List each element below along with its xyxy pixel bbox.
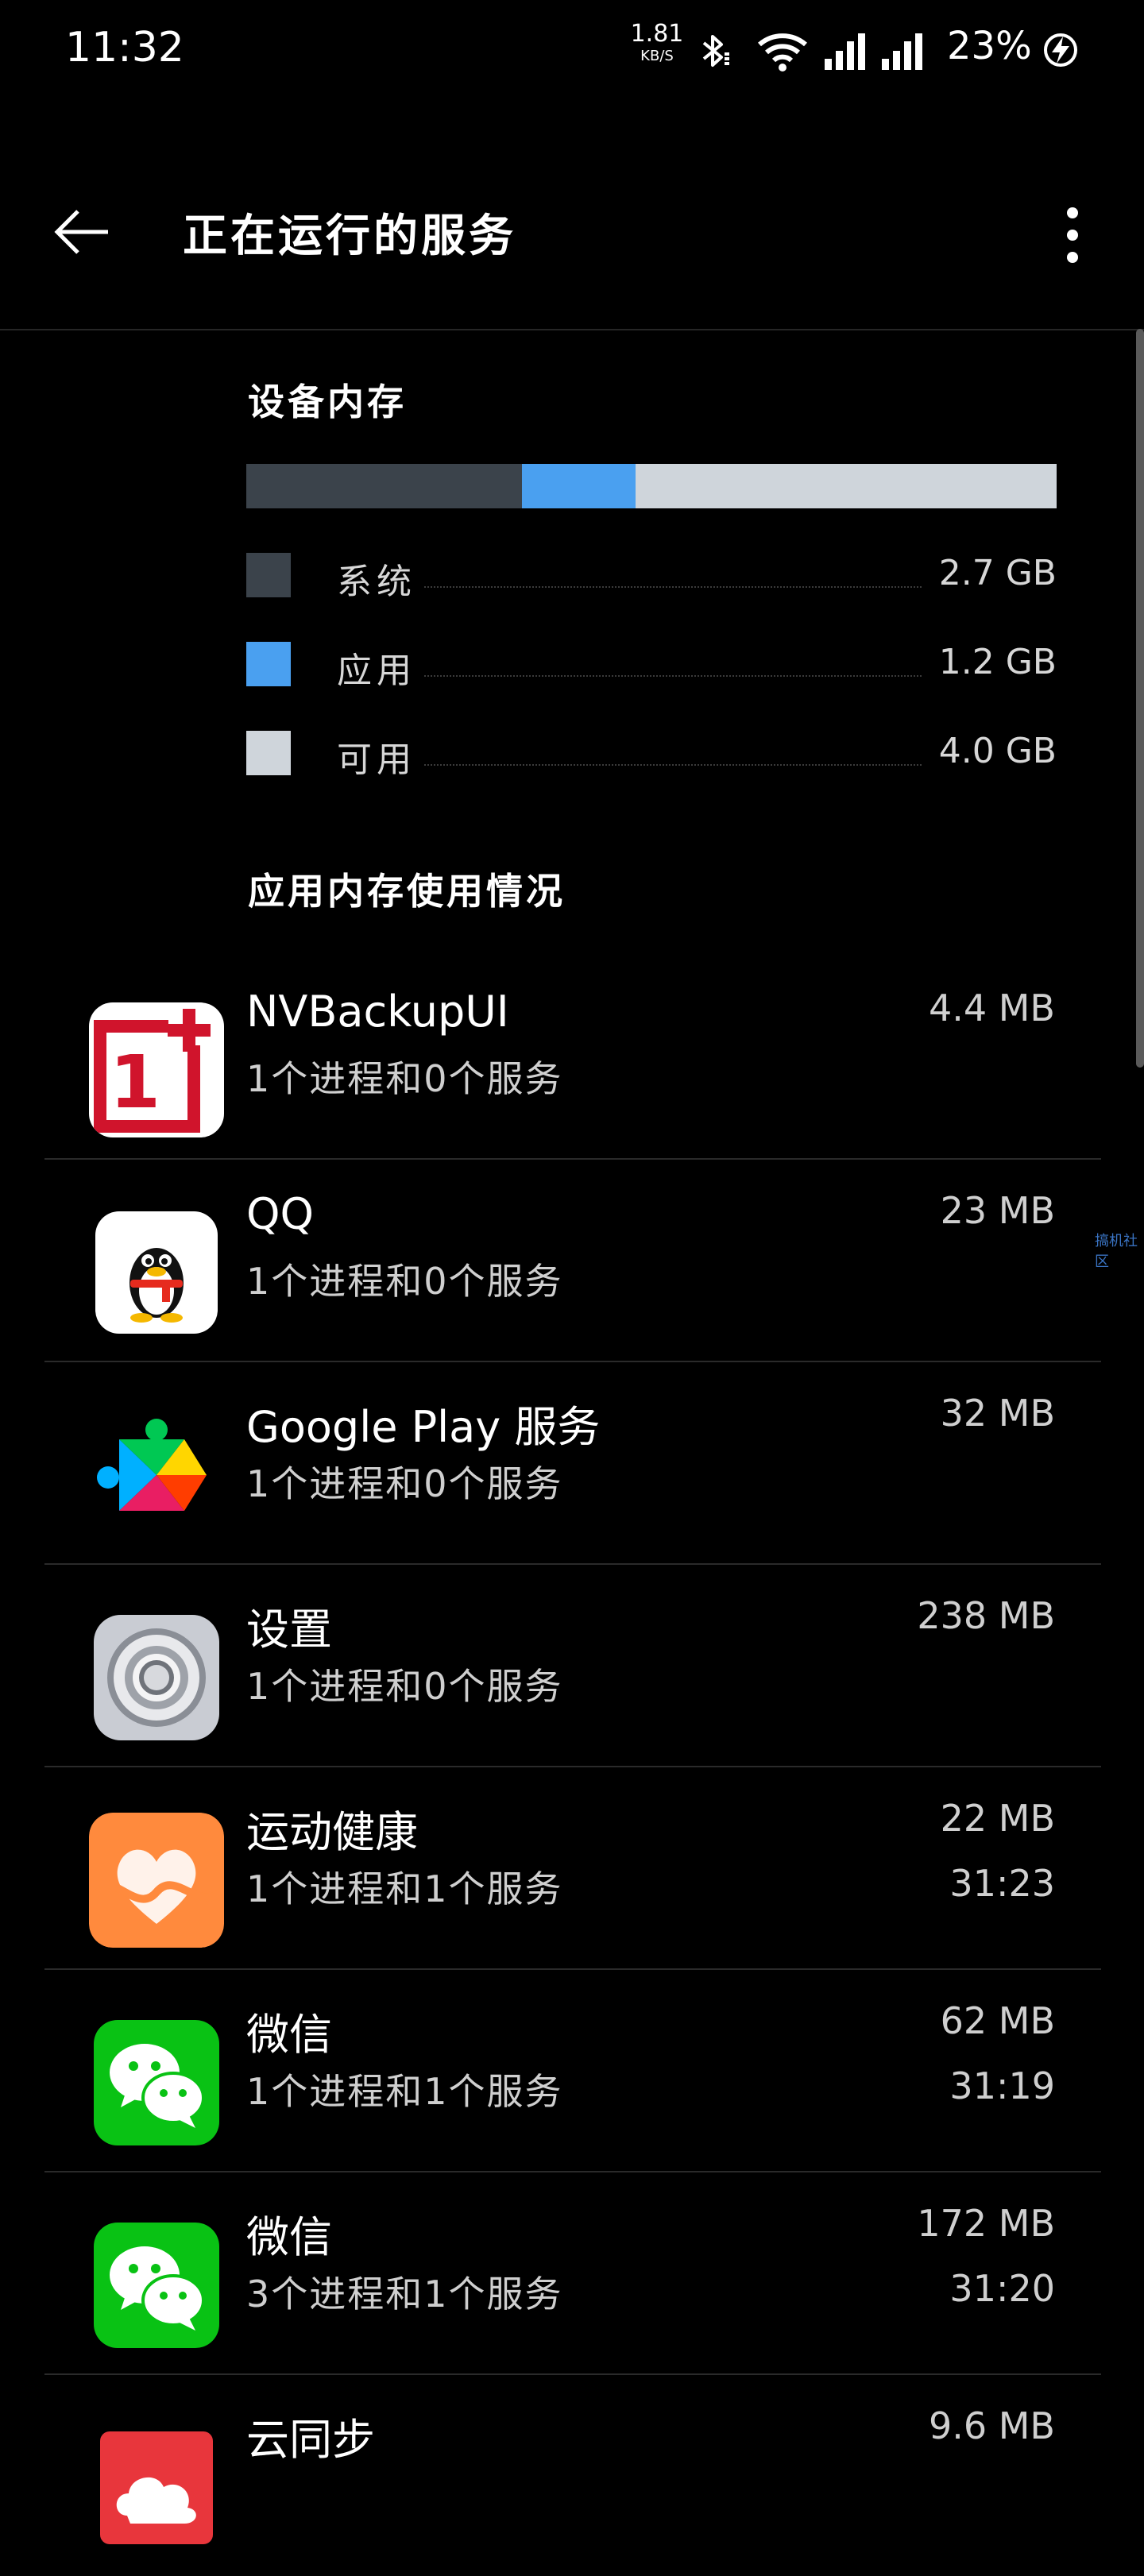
app-row[interactable]: Google Play 服务 1个进程和0个服务 32 MB <box>44 1361 1101 1565</box>
wechat-icon <box>89 2218 224 2353</box>
legend-row: 应用 1.2 GB <box>246 640 1057 693</box>
app-bar: 正在运行的服务 <box>0 159 1144 330</box>
oneplus-logo-icon: 1 <box>89 1002 224 1137</box>
health-heart-icon <box>89 1813 224 1948</box>
app-process-info: 3个进程和1个服务 <box>246 2273 563 2315</box>
app-name: 云同步 <box>246 2415 375 2465</box>
network-speed: 1.81 KB/S <box>629 22 685 64</box>
app-memory-size: 22 MB <box>940 1797 1055 1840</box>
app-process-info: 1个进程和1个服务 <box>246 2070 563 2113</box>
network-speed-value: 1.81 <box>630 20 684 48</box>
qq-penguin-icon <box>89 1205 224 1340</box>
more-vert-icon[interactable] <box>1057 203 1088 267</box>
memory-usage-bar <box>246 464 1057 508</box>
status-time: 11:32 <box>65 24 184 71</box>
legend-value: 2.7 GB <box>938 553 1057 593</box>
app-row[interactable]: 微信 1个进程和1个服务 62 MB 31:19 <box>44 1969 1101 2172</box>
app-row[interactable]: 微信 3个进程和1个服务 172 MB 31:20 <box>44 2172 1101 2375</box>
legend-swatch <box>246 553 291 597</box>
watermark: 搞机社区 <box>1095 1233 1138 1270</box>
app-process-info: 1个进程和0个服务 <box>246 1665 563 1708</box>
app-row[interactable]: 运动健康 1个进程和1个服务 22 MB 31:23 <box>44 1767 1101 1970</box>
legend-label: 应用 <box>337 642 416 693</box>
app-name: 微信 <box>246 2212 332 2262</box>
app-memory-title: 应用内存使用情况 <box>248 870 566 913</box>
app-memory-size: 32 MB <box>940 1392 1055 1435</box>
app-memory-size: 238 MB <box>917 1594 1055 1637</box>
settings-gear-icon <box>89 1610 224 1745</box>
app-running-time: 31:23 <box>949 1862 1055 1905</box>
app-running-time: 31:20 <box>949 2267 1055 2310</box>
app-memory-size: 62 MB <box>940 1999 1055 2042</box>
app-name: 运动健康 <box>246 1807 418 1857</box>
cloud-sync-icon <box>89 2420 224 2555</box>
bluetooth-icon <box>702 35 729 67</box>
app-row[interactable]: 云同步 9.6 MB <box>44 2374 1101 2576</box>
app-process-info: 1个进程和0个服务 <box>246 1260 563 1303</box>
memory-bar-segment-system <box>246 464 522 508</box>
wifi-icon <box>758 33 807 71</box>
app-name: 设置 <box>246 1605 332 1655</box>
leader-dots <box>424 764 922 766</box>
legend-row: 系统 2.7 GB <box>246 551 1057 604</box>
app-row[interactable]: 1 NVBackupUI 1个进程和0个服务 4.4 MB <box>44 956 1101 1160</box>
back-arrow-icon[interactable] <box>52 208 111 256</box>
device-memory-title: 设备内存 <box>248 380 407 423</box>
app-name: 微信 <box>246 2010 332 2060</box>
status-bar: 11:32 1.81 KB/S 23% <box>0 0 1144 95</box>
battery-charging-icon <box>1044 33 1077 67</box>
memory-bar-segment-apps <box>521 464 636 508</box>
legend-label: 可用 <box>337 731 416 782</box>
signal-icon <box>882 33 922 70</box>
app-row[interactable]: QQ 1个进程和0个服务 23 MB <box>44 1159 1101 1362</box>
legend-label: 系统 <box>337 553 416 604</box>
app-memory-size: 172 MB <box>917 2202 1055 2245</box>
legend-swatch <box>246 642 291 686</box>
page-title: 正在运行的服务 <box>183 210 516 262</box>
leader-dots <box>424 586 922 588</box>
signal-icon <box>825 33 865 70</box>
memory-bar-segment-free <box>635 464 1057 508</box>
svg-text:1: 1 <box>110 1040 160 1125</box>
app-memory-size: 9.6 MB <box>928 2404 1055 2447</box>
app-name: NVBackupUI <box>246 987 509 1037</box>
scrollbar-thumb[interactable] <box>1136 329 1144 1068</box>
battery-percentage: 23% <box>947 24 1032 68</box>
app-name: Google Play 服务 <box>246 1402 601 1452</box>
app-name: QQ <box>246 1189 315 1239</box>
leader-dots <box>424 675 922 677</box>
app-memory-size: 4.4 MB <box>928 987 1055 1029</box>
app-running-time: 31:19 <box>949 2064 1055 2107</box>
app-memory-size: 23 MB <box>940 1189 1055 1232</box>
network-speed-unit: KB/S <box>640 48 674 64</box>
legend-row: 可用 4.0 GB <box>246 729 1057 782</box>
app-row[interactable]: 设置 1个进程和0个服务 238 MB <box>44 1564 1101 1767</box>
google-play-services-icon <box>89 1408 224 1543</box>
app-process-info: 1个进程和0个服务 <box>246 1462 563 1505</box>
app-process-info: 1个进程和1个服务 <box>246 1867 563 1910</box>
legend-value: 4.0 GB <box>938 731 1057 771</box>
legend-value: 1.2 GB <box>938 642 1057 682</box>
legend-swatch <box>246 731 291 775</box>
wechat-icon <box>89 2015 224 2150</box>
app-process-info: 1个进程和0个服务 <box>246 1057 563 1100</box>
